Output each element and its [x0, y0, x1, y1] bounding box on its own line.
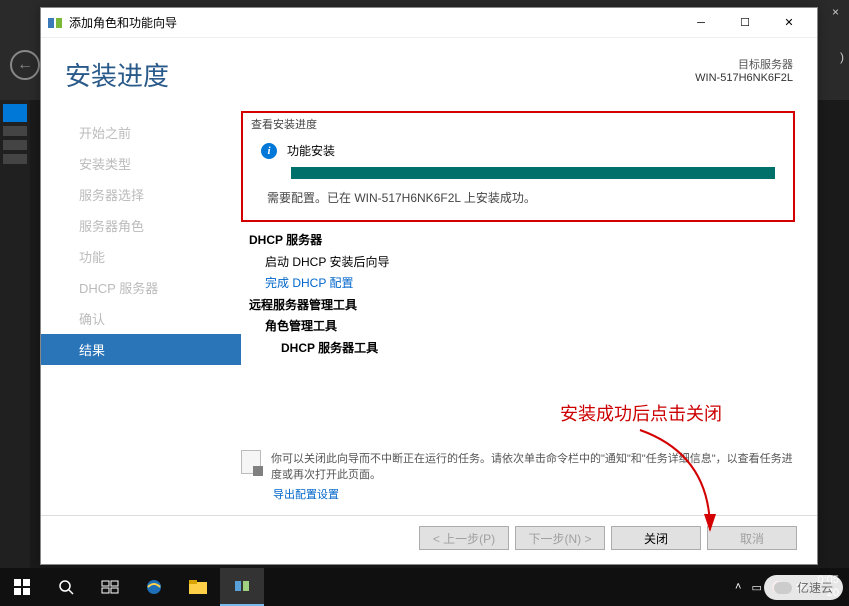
- button-separator: [41, 515, 817, 516]
- step-7[interactable]: 结果: [41, 334, 241, 365]
- cloud-icon: [774, 582, 792, 594]
- tree-dhcp-server: DHCP 服务器: [249, 230, 795, 252]
- tip-text: 你可以关闭此向导而不中断正在运行的任务。请依次单击命令栏中的"通知"和"任务详细…: [271, 450, 795, 482]
- result-tree: DHCP 服务器 启动 DHCP 安装后向导 完成 DHCP 配置 远程服务器管…: [241, 230, 795, 360]
- start-button[interactable]: [0, 568, 44, 606]
- step-2: 服务器选择: [69, 179, 241, 210]
- info-icon: i: [261, 143, 277, 159]
- taskbar[interactable]: ˄ ▭ 🔇 中 0:05 20: [0, 568, 849, 606]
- steps-sidebar: 开始之前安装类型服务器选择服务器角色功能DHCP 服务器确认结果: [41, 103, 241, 491]
- bg-close-hint: ×: [832, 5, 839, 19]
- wizard-app-icon: [47, 15, 63, 31]
- step-6: 确认: [69, 303, 241, 334]
- taskbar-ie-icon[interactable]: [132, 568, 176, 606]
- taskbar-explorer-icon[interactable]: [176, 568, 220, 606]
- previous-button: < 上一步(P): [419, 526, 509, 550]
- content-panel: 查看安装进度 i 功能安装 需要配置。已在 WIN-517H6NK6F2L 上安…: [241, 103, 817, 491]
- tree-dhcp-tools: DHCP 服务器工具: [249, 338, 795, 360]
- tray-chevron-up-icon[interactable]: ˄: [735, 581, 741, 593]
- step-3: 服务器角色: [69, 210, 241, 241]
- step-5: DHCP 服务器: [69, 272, 241, 303]
- search-icon[interactable]: [44, 568, 88, 606]
- tip-row: 你可以关闭此向导而不中断正在运行的任务。请依次单击命令栏中的"通知"和"任务详细…: [241, 450, 795, 482]
- tray-network-icon[interactable]: ▭: [751, 581, 761, 594]
- destination-info: 目标服务器 WIN-517H6NK6F2L: [695, 56, 793, 84]
- cancel-button: 取消: [707, 526, 797, 550]
- taskbar-server-manager-icon[interactable]: [220, 568, 264, 606]
- window-title: 添加角色和功能向导: [69, 14, 679, 31]
- tree-role-tools: 角色管理工具: [249, 316, 795, 338]
- page-title: 安装进度: [65, 56, 695, 93]
- flag-icon: [241, 450, 261, 474]
- back-circle-icon: ←: [10, 50, 40, 80]
- dest-label: 目标服务器: [695, 56, 793, 72]
- install-label: 功能安装: [287, 142, 335, 159]
- watermark: 亿速云: [764, 575, 843, 600]
- wizard-dialog: 添加角色和功能向导 ─ ☐ ✕ 安装进度 目标服务器 WIN-517H6NK6F…: [40, 7, 818, 565]
- dest-server: WIN-517H6NK6F2L: [695, 72, 793, 84]
- maximize-button[interactable]: ☐: [723, 9, 767, 37]
- status-text: 需要配置。已在 WIN-517H6NK6F2L 上安装成功。: [267, 189, 785, 206]
- close-window-button[interactable]: ✕: [767, 9, 811, 37]
- annotation-text: 安装成功后点击关闭: [560, 400, 722, 426]
- watermark-text: 亿速云: [797, 579, 833, 596]
- next-button: 下一步(N) >: [515, 526, 605, 550]
- tree-rsat: 远程服务器管理工具: [249, 295, 795, 317]
- progress-bar: [291, 167, 775, 179]
- minimize-button[interactable]: ─: [679, 9, 723, 37]
- progress-title: 查看安装进度: [251, 116, 785, 132]
- step-4: 功能: [69, 241, 241, 272]
- task-view-icon[interactable]: [88, 568, 132, 606]
- tree-complete-dhcp-link[interactable]: 完成 DHCP 配置: [249, 273, 795, 295]
- export-settings-link[interactable]: 导出配置设置: [241, 486, 795, 502]
- button-row: < 上一步(P) 下一步(N) > 关闭 取消: [419, 526, 797, 550]
- step-0: 开始之前: [69, 117, 241, 148]
- bg-right-label: ): [840, 50, 844, 64]
- close-button[interactable]: 关闭: [611, 526, 701, 550]
- titlebar: 添加角色和功能向导 ─ ☐ ✕: [41, 8, 817, 38]
- tree-launch-wizard: 启动 DHCP 安装后向导: [249, 252, 795, 274]
- wizard-header: 安装进度 目标服务器 WIN-517H6NK6F2L: [41, 38, 817, 103]
- highlight-box: 查看安装进度 i 功能安装 需要配置。已在 WIN-517H6NK6F2L 上安…: [241, 111, 795, 222]
- bg-left-toolbar: [0, 100, 30, 568]
- step-1: 安装类型: [69, 148, 241, 179]
